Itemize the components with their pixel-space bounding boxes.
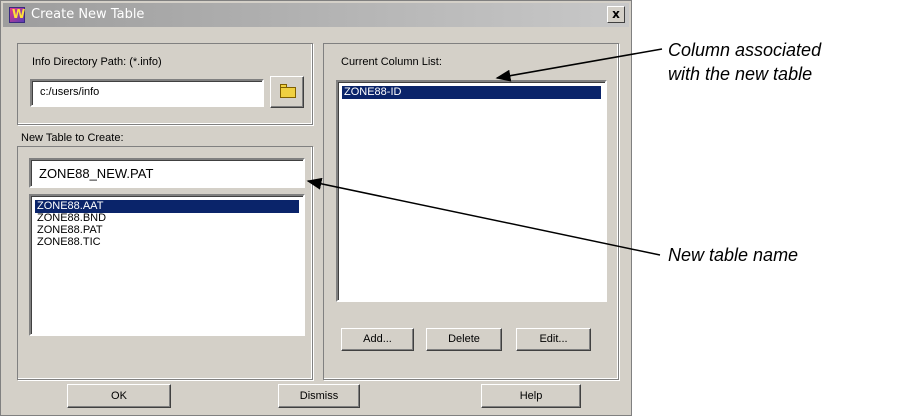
delete-column-button[interactable]: Delete: [426, 328, 502, 351]
info-directory-label: Info Directory Path: (*.info): [32, 56, 162, 68]
info-directory-value: c:/users/info: [40, 86, 100, 98]
create-new-table-dialog: W Create New Table x Info Directory Path…: [0, 0, 632, 416]
browse-folder-button[interactable]: [270, 76, 304, 108]
close-button[interactable]: x: [607, 6, 625, 23]
table-list-item[interactable]: ZONE88.TIC: [35, 236, 101, 249]
column-list-label: Current Column List:: [341, 56, 442, 68]
new-table-name-input[interactable]: ZONE88_NEW.PAT: [29, 158, 305, 188]
folder-icon: [280, 87, 296, 98]
help-button[interactable]: Help: [481, 384, 581, 408]
app-icon: W: [9, 7, 25, 23]
column-list[interactable]: ZONE88-ID: [336, 80, 607, 302]
info-directory-input[interactable]: c:/users/info: [30, 79, 264, 107]
add-column-button[interactable]: Add...: [341, 328, 414, 351]
dismiss-button[interactable]: Dismiss: [278, 384, 360, 408]
column-list-item[interactable]: ZONE88-ID: [342, 86, 601, 99]
title-bar[interactable]: W Create New Table x: [3, 3, 629, 27]
new-table-name-value: ZONE88_NEW.PAT: [39, 166, 154, 181]
window-title: Create New Table: [31, 7, 145, 22]
table-name-annotation: New table name: [668, 245, 799, 265]
ok-button[interactable]: OK: [67, 384, 171, 408]
column-annotation-line2: with the new table: [668, 64, 813, 84]
edit-column-button[interactable]: Edit...: [516, 328, 591, 351]
new-table-label: New Table to Create:: [21, 132, 124, 144]
column-annotation-line1: Column associated: [668, 40, 822, 60]
existing-tables-list[interactable]: ZONE88.AAT ZONE88.BND ZONE88.PAT ZONE88.TIC: [29, 194, 305, 336]
